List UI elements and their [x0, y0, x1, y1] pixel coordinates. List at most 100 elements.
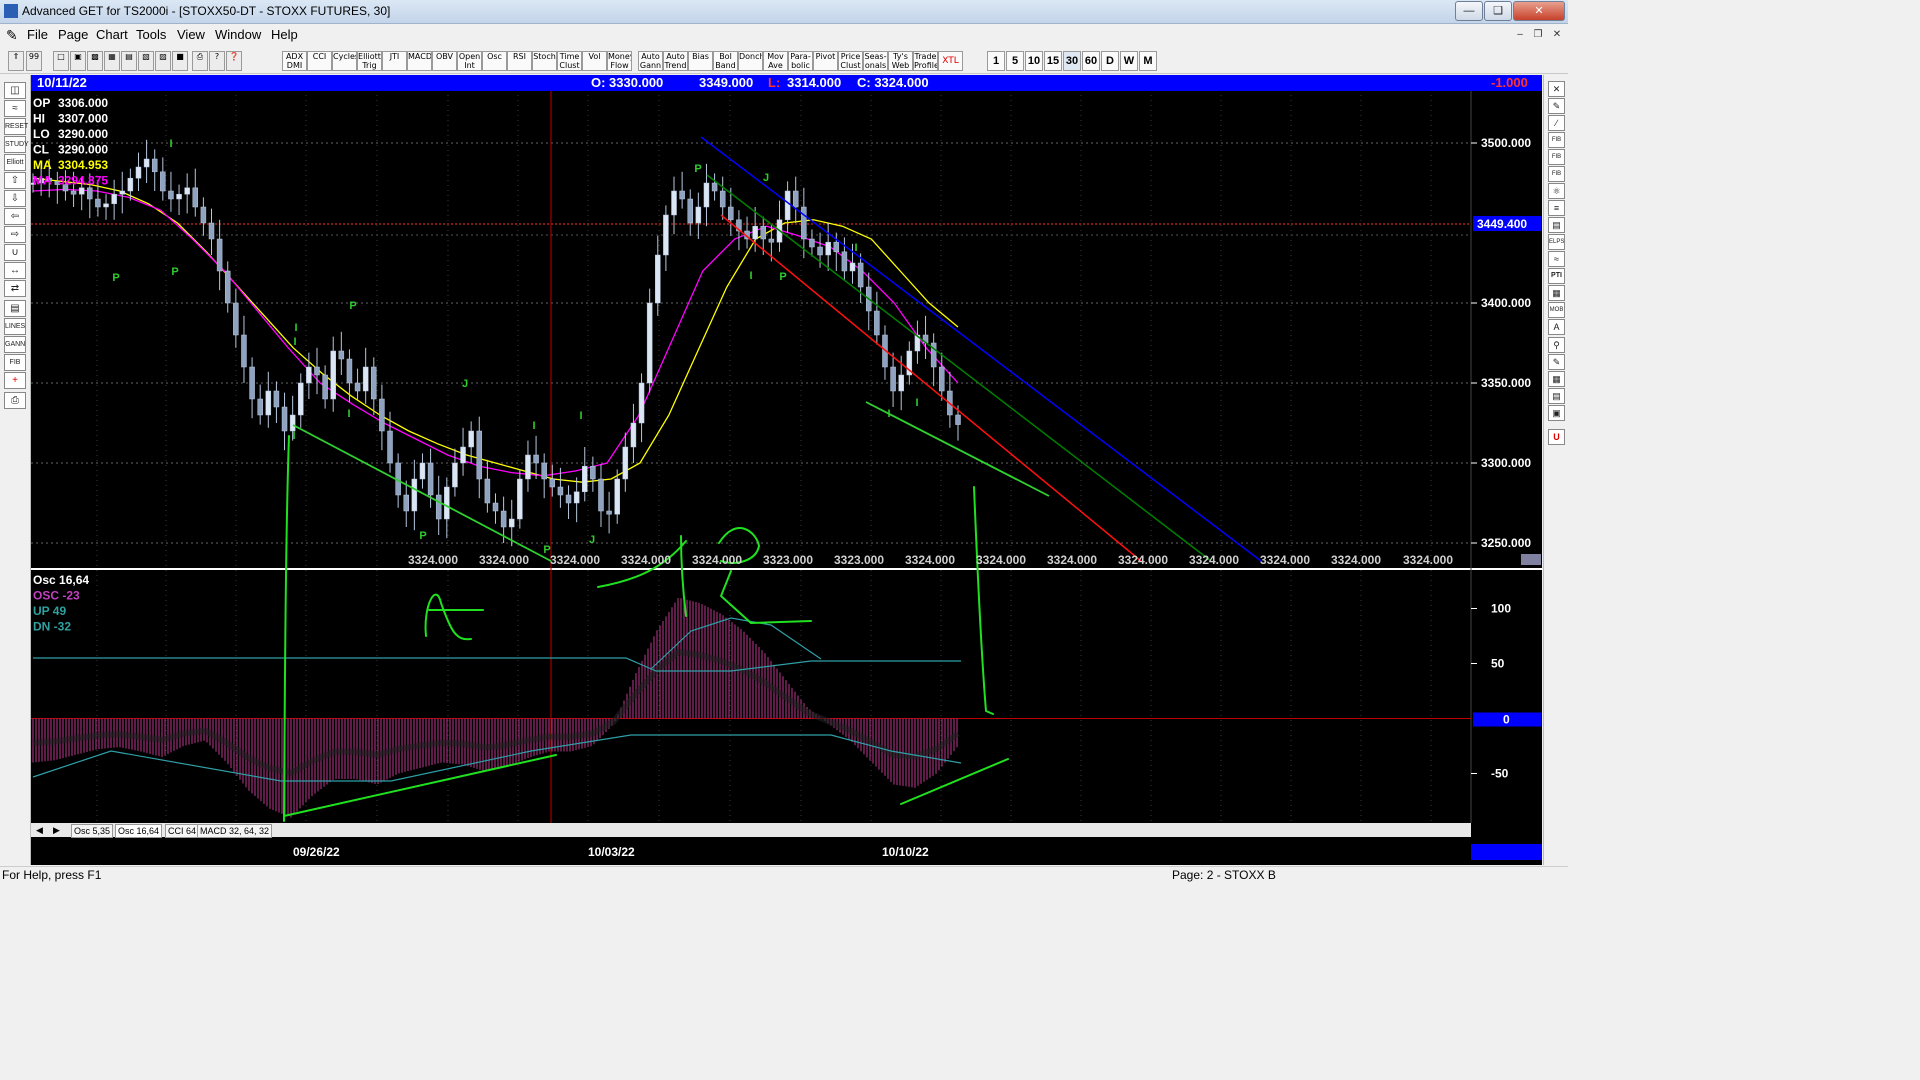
study-button[interactable]: Bol Band [713, 51, 738, 71]
study-button[interactable]: Stoch [532, 51, 557, 71]
menu-tools[interactable]: Tools [136, 27, 166, 42]
reset-icon[interactable]: RESET [4, 118, 28, 135]
period-button[interactable]: W [1120, 51, 1138, 71]
crosshair-icon[interactable]: + [4, 372, 26, 389]
fib-ext-icon[interactable]: FIB EXT [1548, 149, 1565, 174]
pencil-icon[interactable]: ✎ [1548, 354, 1565, 370]
menu-page[interactable]: Page [58, 27, 88, 42]
study-button[interactable]: RSI [507, 51, 532, 71]
close-button[interactable]: ✕ [1513, 1, 1565, 21]
folder-icon[interactable]: ◫ [4, 82, 26, 99]
help-query-icon[interactable]: ? [209, 51, 225, 71]
period-button[interactable]: 30 [1063, 51, 1081, 71]
window-icon[interactable]: ▤ [121, 51, 137, 71]
elliott-icon[interactable]: Elliott [4, 154, 26, 171]
quote-icon[interactable]: 99 [26, 51, 42, 71]
minimize-button[interactable]: — [1455, 1, 1483, 21]
line-tool-icon[interactable]: ∕ [1548, 115, 1565, 131]
study-button[interactable]: CCI [307, 51, 332, 71]
study-button[interactable]: Seas-onals [863, 51, 888, 71]
print-icon[interactable]: ⎙ [192, 51, 208, 71]
tab-scroll-left-icon[interactable]: ◀ [34, 824, 45, 836]
template-icon[interactable]: ▣ [1548, 405, 1565, 421]
lines-icon[interactable]: LINES [4, 318, 26, 335]
cycle-icon[interactable]: ▦ [1548, 285, 1565, 301]
study-button[interactable]: Pivot [813, 51, 838, 71]
arrow-down-icon[interactable]: ⇩ [4, 190, 26, 207]
expand-icon[interactable]: ↔ [4, 262, 26, 279]
scroll-icon[interactable]: ⇄ [4, 280, 26, 297]
layout-icon[interactable]: ▦ [104, 51, 120, 71]
mdi-restore-button[interactable]: ❐ [1530, 27, 1546, 42]
regression-icon[interactable]: ≈ [1548, 251, 1565, 267]
study-button[interactable]: Auto Gann [638, 51, 663, 71]
study-button[interactable]: Donch [738, 51, 763, 71]
maximize-button[interactable]: ❑ [1484, 1, 1512, 21]
menu-file[interactable]: File [27, 27, 48, 42]
study-button[interactable]: Money Flow [607, 51, 632, 71]
period-button[interactable]: M [1139, 51, 1157, 71]
study-button[interactable]: Elliott Trig [357, 51, 382, 71]
zoom-icon[interactable]: ⚲ [1548, 337, 1565, 353]
page-icon[interactable]: ▨ [155, 51, 171, 71]
period-button[interactable]: D [1101, 51, 1119, 71]
menu-help[interactable]: Help [271, 27, 298, 42]
table-icon[interactable]: ▤ [1548, 388, 1565, 404]
study-button[interactable]: JTI [382, 51, 407, 71]
doc-icon[interactable]: ✎ [6, 27, 18, 44]
study-button[interactable]: MACD [407, 51, 432, 71]
study-button[interactable]: Osc [482, 51, 507, 71]
study-button[interactable]: Time Clust [557, 51, 582, 71]
date-scrollbar[interactable] [1471, 844, 1542, 860]
x-tool-icon[interactable]: ✕ [1548, 81, 1565, 97]
gann-icon[interactable]: GANN [4, 336, 26, 353]
new-icon[interactable]: □ [53, 51, 69, 71]
arrow-up-icon[interactable]: ⇧ [4, 172, 26, 189]
ellipse-icon[interactable]: ELPS [1548, 234, 1565, 250]
mdi-close-button[interactable]: ✕ [1549, 27, 1565, 42]
spiral-icon[interactable]: ⚛ [1548, 183, 1565, 199]
arrow-left-icon[interactable]: ⇦ [4, 208, 26, 225]
bars-icon[interactable]: ▤ [4, 300, 26, 317]
tab-osc-16-64[interactable]: Osc 16,64 [115, 824, 163, 838]
context-help-icon[interactable]: ❓ [226, 51, 242, 71]
price-and-oscillator-chart[interactable]: 3500.000 3400.000 3350.000 3300.000 3250.000… [31, 91, 1542, 839]
fib-time-icon[interactable]: FIB TIME [1548, 166, 1565, 191]
save-icon[interactable]: ▩ [87, 51, 103, 71]
overlay-icon[interactable]: ≈ [4, 100, 26, 117]
study-button[interactable]: ADX DMI [282, 51, 307, 71]
grid-icon[interactable]: ▧ [138, 51, 154, 71]
period-button[interactable]: 15 [1044, 51, 1062, 71]
cursor-icon[interactable]: ⇑ [8, 51, 24, 71]
fib-ret-icon[interactable]: FIB RET [1548, 132, 1565, 157]
study-button[interactable]: Trade Profile [913, 51, 938, 71]
fan-icon[interactable]: ≡ [1548, 200, 1565, 216]
study-button[interactable]: Auto Trend [663, 51, 688, 71]
open-icon[interactable]: ▣ [70, 51, 86, 71]
tab-osc-5-35[interactable]: Osc 5,35 [71, 824, 114, 838]
compress-icon[interactable]: ∪ [4, 244, 26, 261]
tab-macd[interactable]: MACD 32, 64, 32 [197, 824, 273, 838]
study-button[interactable]: XTL [938, 51, 963, 71]
menu-window[interactable]: Window [215, 27, 261, 42]
tab-cci-64[interactable]: CCI 64 [165, 824, 200, 838]
pti-icon[interactable]: PTI [1548, 268, 1565, 284]
study-button[interactable]: Para-bolic [788, 51, 813, 71]
period-button[interactable]: 5 [1006, 51, 1024, 71]
study-button[interactable]: Mov Ave [763, 51, 788, 71]
study-button[interactable]: OBV [432, 51, 457, 71]
study-button[interactable]: Open Int [457, 51, 482, 71]
period-button[interactable]: 1 [987, 51, 1005, 71]
tab-scroll-right-icon[interactable]: ▶ [51, 824, 62, 836]
study-button[interactable]: Vol [582, 51, 607, 71]
study-button[interactable]: Price Clust [838, 51, 863, 71]
mob-icon[interactable]: MOB [1548, 302, 1565, 318]
pen-icon[interactable]: ✎ [1548, 98, 1565, 114]
period-button[interactable]: 10 [1025, 51, 1043, 71]
channel-icon[interactable]: ▤ [1548, 217, 1565, 233]
tile-icon[interactable]: ■ [172, 51, 188, 71]
study-icon[interactable]: STUDY [4, 136, 29, 153]
menu-view[interactable]: View [177, 27, 205, 42]
text-icon[interactable]: A [1548, 319, 1565, 335]
menu-chart[interactable]: Chart [96, 27, 128, 42]
